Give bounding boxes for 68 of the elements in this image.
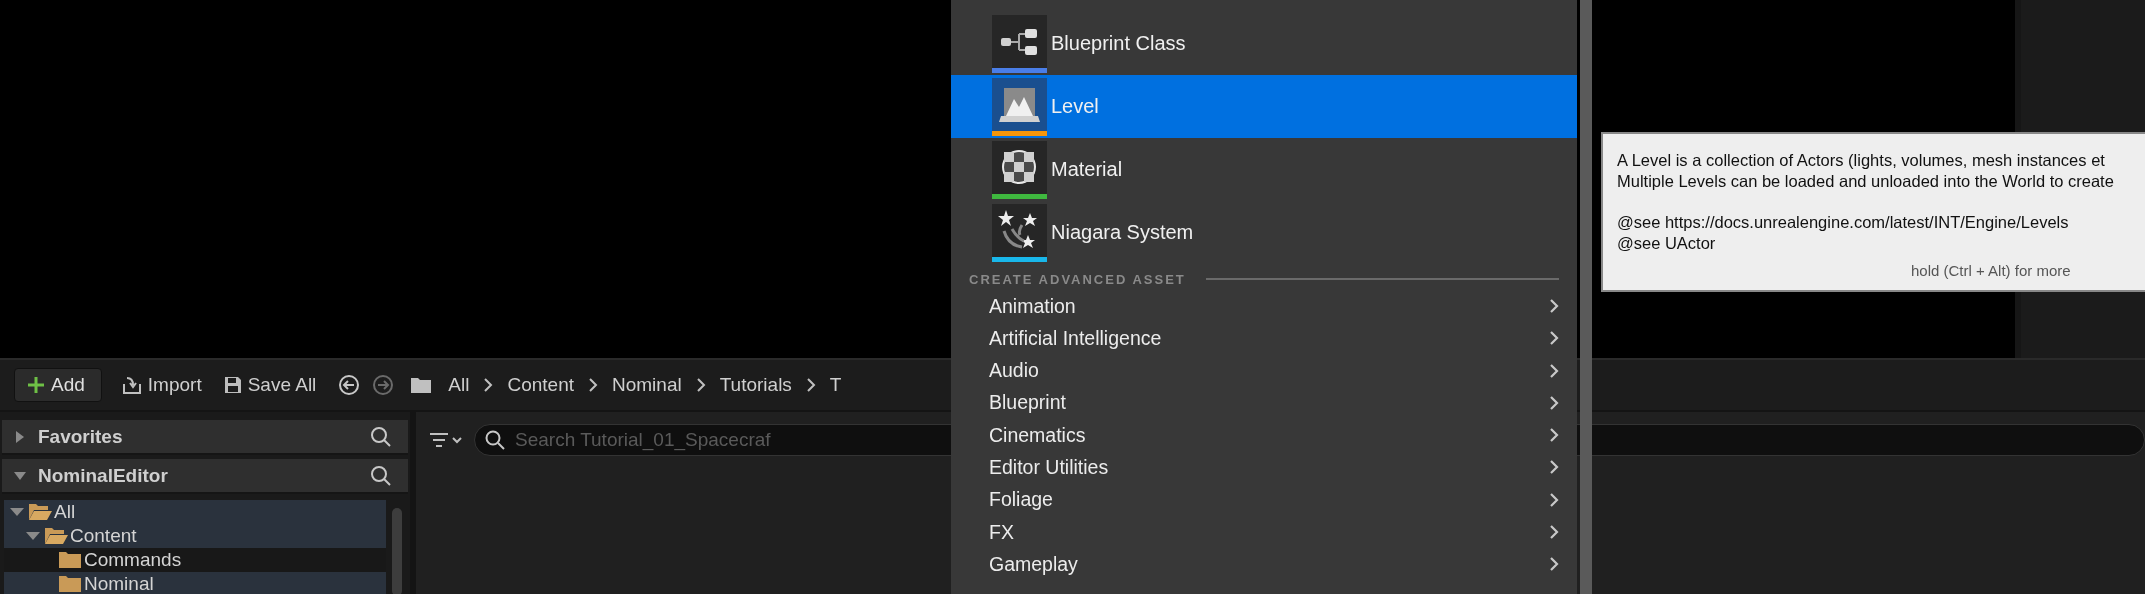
submenu-item[interactable]: Gameplay [951,552,1577,577]
chevron-right-icon [1549,298,1559,314]
submenu-item[interactable]: Editor Utilities [951,455,1577,480]
submenu-item[interactable]: Audio [951,358,1577,383]
expanded-triangle-icon [10,506,24,518]
tooltip-text: @see https://docs.unrealengine.com/latest/INT/Engine/Levels [1617,212,2070,233]
chevron-right-icon [1549,427,1559,444]
save-all-button[interactable]: Save All [223,374,317,396]
chevron-right-icon [1549,556,1559,573]
submenu-item[interactable]: FX [951,520,1577,545]
tree-item[interactable]: All [4,500,386,524]
tooltip-text: @see UActor [1617,233,1717,254]
search-icon [485,430,505,450]
chevron-right-icon [588,378,598,392]
tooltip-text: A Level is a collection of Actors (lights, volumes, mesh instances et [1617,150,2106,171]
blueprint-icon [992,14,1047,68]
breadcrumb-item[interactable]: Content [507,374,574,396]
chevron-right-icon [695,378,706,392]
stars-icon [992,203,1047,257]
chevron-right-icon [1549,491,1559,508]
section-header[interactable]: NominalEditor [2,459,408,494]
section-heading: CREATE ADVANCED ASSET [969,271,1186,287]
chevron-right-icon [1549,524,1559,541]
mountain-icon [992,77,1047,131]
tree-item[interactable]: Nominal [4,572,386,594]
expanded-triangle-icon [14,469,26,482]
search-icon [370,425,392,448]
import-button[interactable]: Import [121,374,202,396]
menu-item[interactable]: Material [951,138,1577,201]
open-folder-icon [44,527,68,545]
breadcrumb-item[interactable]: Tutorials [719,374,792,396]
open-folder-icon [28,503,52,521]
filter-button[interactable] [430,432,464,448]
plus-icon [27,376,45,394]
breadcrumb-item[interactable]: All [448,374,470,396]
scrollbar[interactable] [1580,0,1592,594]
chevron-right-icon [1549,330,1559,347]
submenu-item[interactable]: Artificial Intelligence [951,326,1577,351]
folder-icon [58,575,82,593]
submenu-item[interactable]: Animation [951,294,1577,318]
breadcrumb-item[interactable]: Nominal [612,374,682,396]
add-button[interactable]: Add [14,368,102,402]
filter-icon [430,432,464,448]
submenu-item[interactable]: Blueprint [951,390,1577,415]
import-icon [121,375,142,395]
menu-item[interactable]: Level [951,75,1577,138]
folder-icon [410,376,433,394]
chevron-right-icon [805,378,816,392]
chevron-right-icon [483,378,494,392]
expanded-triangle-icon [26,530,40,542]
menu-item[interactable]: Niagara System [951,201,1577,264]
folder-icon [58,551,82,569]
collapsed-triangle-icon [14,430,26,443]
section-header[interactable]: Favorites [2,420,408,455]
chevron-right-icon [1549,394,1559,411]
save-icon [223,376,242,394]
back-button[interactable] [338,374,361,396]
submenu-item[interactable]: Foliage [951,487,1577,512]
submenu-item[interactable]: Cinematics [951,423,1577,448]
scrollbar[interactable] [392,508,402,594]
chevron-right-icon [1549,362,1559,379]
chevron-right-icon [1549,459,1559,476]
breadcrumb-item[interactable]: T [829,374,842,396]
tooltip-hint: hold (Ctrl + Alt) for more [1911,262,2071,279]
tooltip-text: Multiple Levels can be loaded and unloaded into the World to create [1617,171,2115,192]
menu-item[interactable]: Blueprint Class [951,12,1577,75]
tree-item[interactable]: Content [4,524,386,548]
search-icon [370,464,392,487]
